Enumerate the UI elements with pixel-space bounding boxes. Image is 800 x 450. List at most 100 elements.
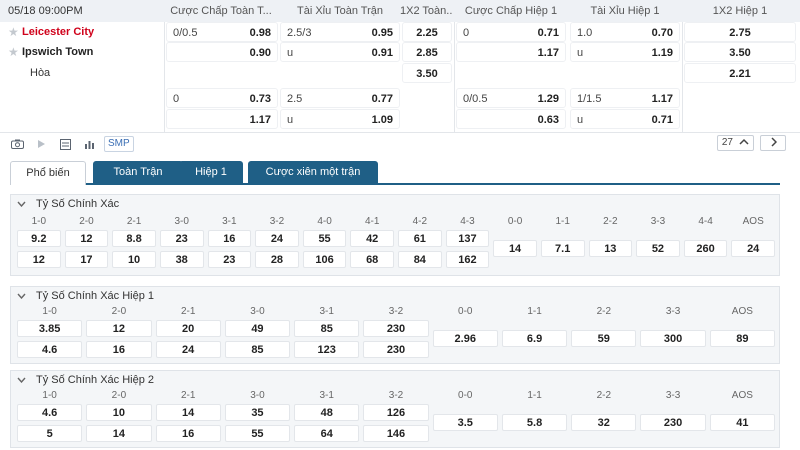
score-odds-button[interactable]: 61	[398, 230, 442, 247]
score-odds-button[interactable]: 48	[294, 404, 360, 421]
score-odds-button[interactable]: 7.1	[540, 240, 585, 257]
bar-chart-icon[interactable]	[80, 136, 98, 152]
score-odds-button[interactable]: 32	[571, 414, 637, 431]
smp-button[interactable]: SMP	[104, 136, 134, 152]
score-odds-button[interactable]: 16	[155, 425, 221, 442]
odds-cell-ou-h1[interactable]: u 1.19	[570, 42, 680, 62]
score-odds-button[interactable]: 24	[155, 341, 221, 358]
score-odds-button[interactable]: 10	[86, 404, 152, 421]
score-odds-button[interactable]: 9.2	[17, 230, 61, 247]
score-odds-button[interactable]: 41	[709, 414, 775, 431]
score-odds-button[interactable]: 8.8	[112, 230, 156, 247]
score-odds-button[interactable]: 68	[350, 251, 394, 268]
score-odds-button[interactable]: 24	[255, 230, 299, 247]
score-odds-button[interactable]: 85	[294, 320, 360, 337]
score-odds-button[interactable]: 12	[17, 251, 61, 268]
score-label: 4-3	[460, 216, 475, 227]
score-odds-button[interactable]: 16	[207, 230, 252, 247]
score-odds-button[interactable]: 84	[398, 251, 442, 268]
score-odds-button[interactable]: 14	[86, 425, 152, 442]
odds-cell-hcp-ft[interactable]: 0/0.5 0.98	[166, 22, 278, 42]
score-odds-button[interactable]: 126	[363, 404, 429, 421]
odds-cell-hcp-ft[interactable]: 1.17	[166, 109, 278, 129]
score-odds-button[interactable]: 89	[709, 330, 775, 347]
score-odds-button[interactable]: 49	[224, 320, 291, 337]
odds-cell-hcp-h1[interactable]: 0/0.5 1.29	[456, 88, 566, 108]
odds-cell-ou-h1[interactable]: 1/1.5 1.17	[570, 88, 680, 108]
score-odds-button[interactable]: 162	[445, 251, 490, 268]
odds-cell-hcp-h1[interactable]: 1.17	[456, 42, 566, 62]
score-odds-button[interactable]: 12	[86, 320, 152, 337]
odds-cell-x12-h1[interactable]: 2.21	[684, 63, 796, 83]
score-odds-button[interactable]: 3.5	[432, 414, 498, 431]
odds-cell-hcp-h1[interactable]: 0.63	[456, 109, 566, 129]
score-odds-button[interactable]: 16	[86, 341, 152, 358]
section-header[interactable]: Tỷ Số Chính Xác Hiệp 1	[17, 287, 154, 305]
score-odds-button[interactable]: 14	[155, 404, 221, 421]
score-odds-button[interactable]: 300	[640, 330, 706, 347]
odds-cell-hcp-ft[interactable]: 0.90	[166, 42, 278, 62]
score-odds-button[interactable]: 38	[159, 251, 204, 268]
tab-popular[interactable]: Phổ biến	[10, 161, 86, 185]
camera-icon[interactable]	[8, 136, 26, 152]
score-odds-button[interactable]: 28	[255, 251, 299, 268]
score-odds-button[interactable]: 20	[155, 320, 221, 337]
score-odds-button[interactable]: 230	[363, 341, 429, 358]
score-odds-button[interactable]: 35	[224, 404, 291, 421]
score-odds-button[interactable]: 137	[445, 230, 490, 247]
score-odds-button[interactable]: 55	[224, 425, 291, 442]
score-odds-button[interactable]: 230	[640, 414, 706, 431]
market-pager: 27	[716, 135, 786, 151]
score-odds-button[interactable]: 42	[350, 230, 394, 247]
star-icon[interactable]: ★	[8, 22, 22, 42]
odds-cell-x12-ft[interactable]: 2.25	[402, 22, 452, 42]
score-odds-button[interactable]: 14	[493, 240, 537, 257]
odds-cell-ou-ft[interactable]: u 1.09	[280, 109, 400, 129]
next-button[interactable]	[760, 135, 786, 151]
score-odds-button[interactable]: 5	[17, 425, 83, 442]
score-odds-button[interactable]: 23	[159, 230, 204, 247]
score-odds-button[interactable]: 123	[294, 341, 360, 358]
tab-same-game-parlay[interactable]: Cược xiên một trận	[248, 161, 378, 183]
score-odds-button[interactable]: 59	[571, 330, 637, 347]
score-odds-button[interactable]: 85	[224, 341, 291, 358]
star-icon[interactable]: ★	[8, 42, 22, 62]
odds-cell-hcp-ft[interactable]: 0 0.73	[166, 88, 278, 108]
score-odds-button[interactable]: 12	[64, 230, 109, 247]
score-odds-button[interactable]: 260	[683, 240, 728, 257]
score-odds-button[interactable]: 4.6	[17, 341, 83, 358]
score-odds-button[interactable]: 4.6	[17, 404, 83, 421]
odds-cell-ou-ft[interactable]: 2.5/3 0.95	[280, 22, 400, 42]
score-odds-button[interactable]: 17	[64, 251, 109, 268]
score-odds-button[interactable]: 24	[731, 240, 775, 257]
score-odds-button[interactable]: 10	[112, 251, 156, 268]
market-count-toggle[interactable]: 27	[716, 135, 754, 151]
score-odds-button[interactable]: 3.85	[17, 320, 83, 337]
score-odds-button[interactable]: 64	[294, 425, 360, 442]
odds-cell-x12-ft[interactable]: 3.50	[402, 63, 452, 83]
odds-cell-x12-h1[interactable]: 2.75	[684, 22, 796, 42]
odds-cell-ou-ft[interactable]: 2.5 0.77	[280, 88, 400, 108]
odds-cell-ou-ft[interactable]: u 0.91	[280, 42, 400, 62]
score-odds-button[interactable]: 52	[636, 240, 680, 257]
odds-cell-hcp-h1[interactable]: 0 0.71	[456, 22, 566, 42]
score-odds-button[interactable]: 55	[302, 230, 347, 247]
odds-cell-x12-h1[interactable]: 3.50	[684, 42, 796, 62]
score-odds-button[interactable]: 106	[302, 251, 347, 268]
score-odds-button[interactable]: 13	[588, 240, 633, 257]
tab-full-match[interactable]: Toàn Trận	[93, 161, 183, 183]
score-odds-button[interactable]: 5.8	[501, 414, 568, 431]
odds-cell-ou-h1[interactable]: u 0.71	[570, 109, 680, 129]
play-icon[interactable]	[32, 136, 50, 152]
score-odds-button[interactable]: 6.9	[501, 330, 568, 347]
stats-list-icon[interactable]	[56, 136, 74, 152]
score-odds-button[interactable]: 230	[363, 320, 429, 337]
section-header[interactable]: Tỷ Số Chính Xác Hiệp 2	[17, 371, 154, 389]
odds-cell-x12-ft[interactable]: 2.85	[402, 42, 452, 62]
tab-half-1[interactable]: Hiệp 1	[179, 161, 243, 183]
score-odds-button[interactable]: 2.96	[432, 330, 498, 347]
score-odds-button[interactable]: 146	[363, 425, 429, 442]
section-header[interactable]: Tỷ Số Chính Xác	[17, 195, 119, 213]
odds-cell-ou-h1[interactable]: 1.0 0.70	[570, 22, 680, 42]
score-odds-button[interactable]: 23	[207, 251, 252, 268]
